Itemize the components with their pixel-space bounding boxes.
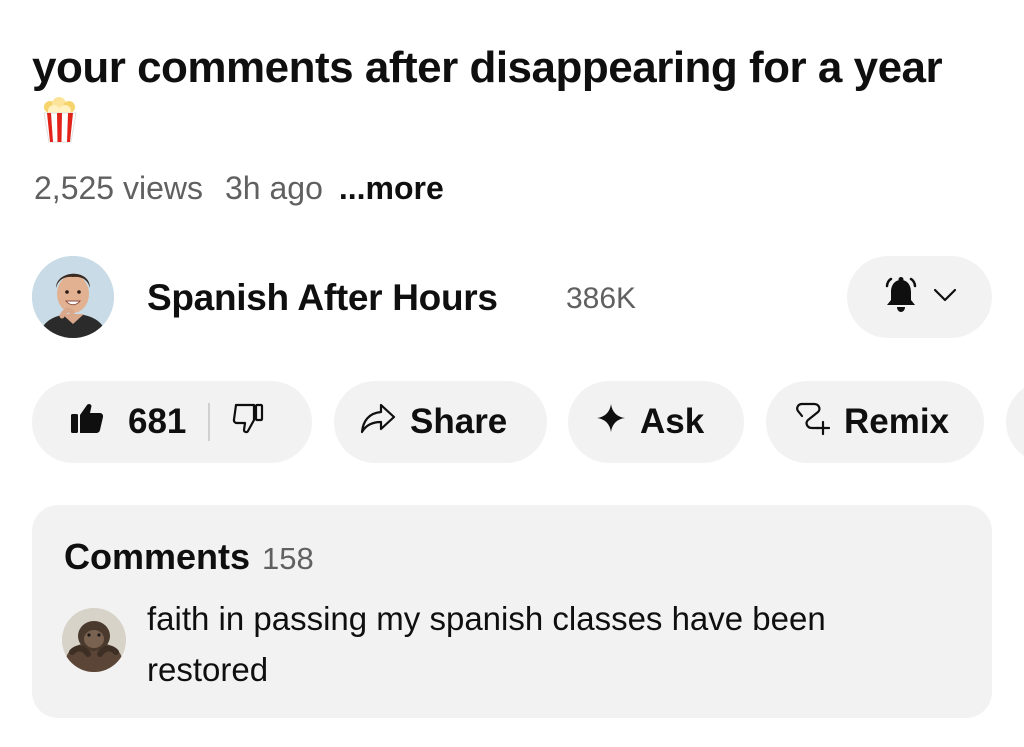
view-count: 2,525 views bbox=[34, 170, 203, 206]
share-arrow-icon bbox=[360, 402, 396, 443]
channel-avatar[interactable] bbox=[32, 256, 114, 338]
notification-bell-button[interactable] bbox=[847, 256, 992, 338]
remix-label: Remix bbox=[844, 402, 950, 441]
top-comment-text: faith in passing my spanish classes have… bbox=[147, 600, 826, 688]
video-metadata[interactable]: 2,525 views 3h ago ...more bbox=[34, 168, 444, 208]
comments-section[interactable]: Comments 158 faith in passing my spanish … bbox=[32, 505, 992, 718]
thumbs-down-icon[interactable] bbox=[232, 402, 264, 443]
remix-button[interactable]: Remix bbox=[766, 381, 984, 463]
more-link[interactable]: ...more bbox=[339, 170, 444, 206]
subscriber-count: 386K bbox=[566, 282, 637, 315]
upload-age: 3h ago bbox=[224, 170, 323, 206]
video-title-text: your comments after disappearing for a y… bbox=[32, 43, 943, 92]
thumbs-up-icon[interactable] bbox=[70, 402, 104, 443]
popcorn-icon bbox=[40, 97, 80, 156]
bell-icon bbox=[883, 276, 919, 319]
ask-label: Ask bbox=[640, 402, 705, 441]
commenter-avatar[interactable] bbox=[62, 608, 126, 672]
comments-count: 158 bbox=[262, 541, 314, 576]
share-button[interactable]: Share bbox=[334, 381, 547, 463]
comments-title: Comments bbox=[64, 536, 251, 577]
like-count[interactable]: 681 bbox=[128, 402, 186, 442]
like-dislike-group: 681 bbox=[32, 381, 312, 463]
video-title[interactable]: your comments after disappearing for a y… bbox=[32, 40, 952, 156]
share-label: Share bbox=[410, 402, 508, 441]
sparkle-icon bbox=[596, 402, 626, 442]
more-actions-button[interactable] bbox=[1006, 381, 1024, 463]
chevron-down-icon bbox=[933, 288, 957, 307]
channel-name[interactable]: Spanish After Hours bbox=[147, 276, 498, 320]
like-divider bbox=[208, 403, 211, 441]
comments-heading: Comments 158 bbox=[64, 535, 314, 581]
video-info-panel: your comments after disappearing for a y… bbox=[0, 0, 1024, 747]
ask-button[interactable]: Ask bbox=[568, 381, 744, 463]
remix-icon bbox=[794, 400, 831, 445]
